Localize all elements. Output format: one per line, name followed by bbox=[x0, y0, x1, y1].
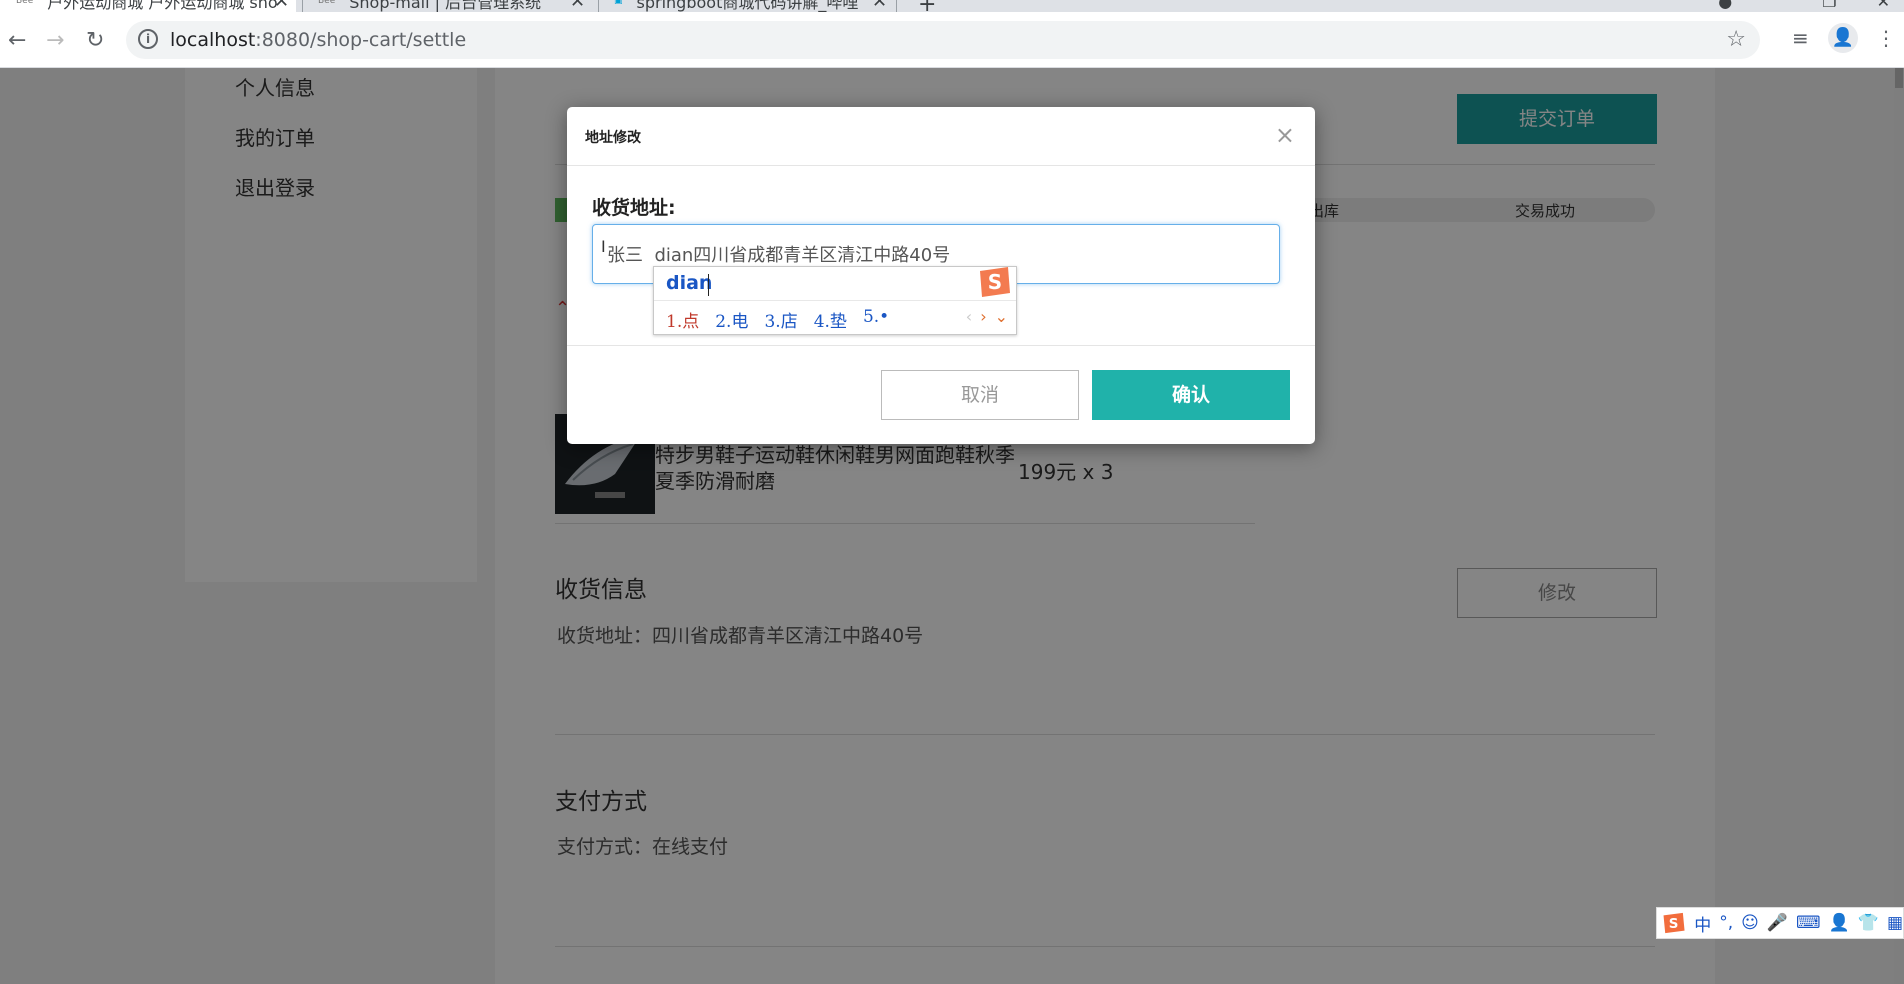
ime-punctuation-mode[interactable]: °, bbox=[1719, 913, 1733, 933]
keyboard-icon[interactable]: ⌨ bbox=[1796, 913, 1821, 933]
media-queue-icon[interactable]: ≡ bbox=[1792, 26, 1809, 50]
tab-close-icon[interactable]: ✕ bbox=[570, 0, 585, 12]
info-icon[interactable]: i bbox=[138, 29, 158, 49]
menu-icon[interactable]: ⋮ bbox=[1876, 26, 1896, 50]
tab-favicon: Bee bbox=[16, 0, 34, 6]
tab-bilibili[interactable]: ▣ springboot商城代码讲解_哔哩 ✕ bbox=[600, 0, 896, 12]
tab-admin[interactable]: Bee Shop-mall | 后台管理系统 ✕ bbox=[304, 0, 594, 12]
restore-icon[interactable]: ❐ bbox=[1822, 0, 1836, 12]
divider bbox=[567, 165, 1315, 166]
ime-prev-icon[interactable]: ‹ bbox=[966, 307, 972, 326]
close-icon[interactable]: × bbox=[1275, 121, 1295, 149]
tab-shop[interactable]: Bee 户外运动商城 户外运动商城 sho ✕ bbox=[0, 0, 296, 12]
address-label: 收货地址: bbox=[592, 197, 676, 219]
url-text[interactable]: localhost:8080/shop-cart/settle bbox=[170, 29, 466, 51]
tab-favicon: Bee bbox=[318, 0, 336, 6]
ime-divider bbox=[654, 300, 1016, 301]
ime-composition: dian bbox=[666, 272, 713, 294]
close-window-icon[interactable]: ✕ bbox=[1877, 0, 1890, 12]
modal-title: 地址修改 bbox=[585, 130, 641, 146]
ime-candidates: 1.点 2.电 3.店 4.垫 5.• bbox=[666, 307, 889, 332]
ime-candidate[interactable]: 2.电 bbox=[715, 307, 748, 332]
svg-text:S: S bbox=[1669, 917, 1679, 932]
ime-candidate-window: dian S 1.点 2.电 3.店 4.垫 5.• ‹ › ⌄ bbox=[653, 266, 1017, 335]
divider bbox=[567, 345, 1315, 346]
cancel-button[interactable]: 取消 bbox=[881, 370, 1079, 420]
toolbox-icon[interactable]: ▦ bbox=[1887, 913, 1903, 933]
microphone-icon[interactable]: 🎤 bbox=[1767, 913, 1788, 933]
reload-icon[interactable]: ↻ bbox=[86, 28, 104, 53]
user-icon[interactable]: 👤 bbox=[1829, 913, 1850, 933]
confirm-button[interactable]: 确认 bbox=[1092, 370, 1290, 420]
ime-candidate[interactable]: 3.店 bbox=[764, 307, 797, 332]
window-controls: ● ❐ ✕ bbox=[1718, 0, 1904, 12]
tab-title: springboot商城代码讲解_哔哩 bbox=[636, 0, 859, 12]
bookmark-star-icon[interactable]: ☆ bbox=[1726, 27, 1746, 52]
new-tab-icon[interactable]: + bbox=[918, 0, 936, 12]
profile-icon[interactable]: 👤 bbox=[1828, 23, 1858, 53]
forward-icon[interactable]: → bbox=[46, 28, 64, 53]
ime-candidate[interactable]: 4.垫 bbox=[814, 307, 847, 332]
ime-candidate[interactable]: 5.• bbox=[863, 307, 889, 332]
ime-next-icon[interactable]: › bbox=[980, 307, 986, 326]
tab-close-icon[interactable]: ✕ bbox=[274, 0, 289, 12]
sogou-logo-icon[interactable]: S bbox=[1661, 908, 1686, 938]
profile-badge-icon[interactable]: ● bbox=[1718, 0, 1732, 12]
browser-toolbar: ← → ↻ i localhost:8080/shop-cart/settle … bbox=[0, 12, 1904, 68]
sogou-logo-icon: S bbox=[980, 267, 1010, 297]
ime-mode-chinese[interactable]: 中 bbox=[1694, 911, 1711, 936]
tab-separator bbox=[598, 0, 599, 12]
tab-bar: Bee 户外运动商城 户外运动商城 sho ✕ Bee Shop-mall | … bbox=[0, 0, 1904, 12]
tab-title: 户外运动商城 户外运动商城 sho bbox=[47, 0, 278, 12]
svg-text:S: S bbox=[988, 270, 1002, 294]
back-icon[interactable]: ← bbox=[8, 28, 26, 53]
address-bar[interactable]: i localhost:8080/shop-cart/settle ☆ bbox=[126, 21, 1760, 59]
ime-page-nav: ‹ › ⌄ bbox=[966, 307, 1008, 326]
skin-icon[interactable]: 👕 bbox=[1858, 913, 1879, 933]
ime-expand-icon[interactable]: ⌄ bbox=[995, 307, 1008, 326]
tab-close-icon[interactable]: ✕ bbox=[872, 0, 887, 12]
emoji-icon[interactable]: ☺ bbox=[1741, 913, 1759, 933]
tab-separator bbox=[896, 0, 897, 12]
ime-candidate[interactable]: 1.点 bbox=[666, 307, 699, 332]
bilibili-icon: ▣ bbox=[614, 0, 623, 6]
tab-separator bbox=[302, 0, 303, 12]
ime-status-bar: S 中 °, ☺ 🎤 ⌨ 👤 👕 ▦ bbox=[1656, 907, 1904, 939]
tab-title: Shop-mall | 后台管理系统 bbox=[349, 0, 542, 12]
ime-caret bbox=[708, 274, 709, 296]
text-cursor-icon: I bbox=[601, 237, 606, 256]
